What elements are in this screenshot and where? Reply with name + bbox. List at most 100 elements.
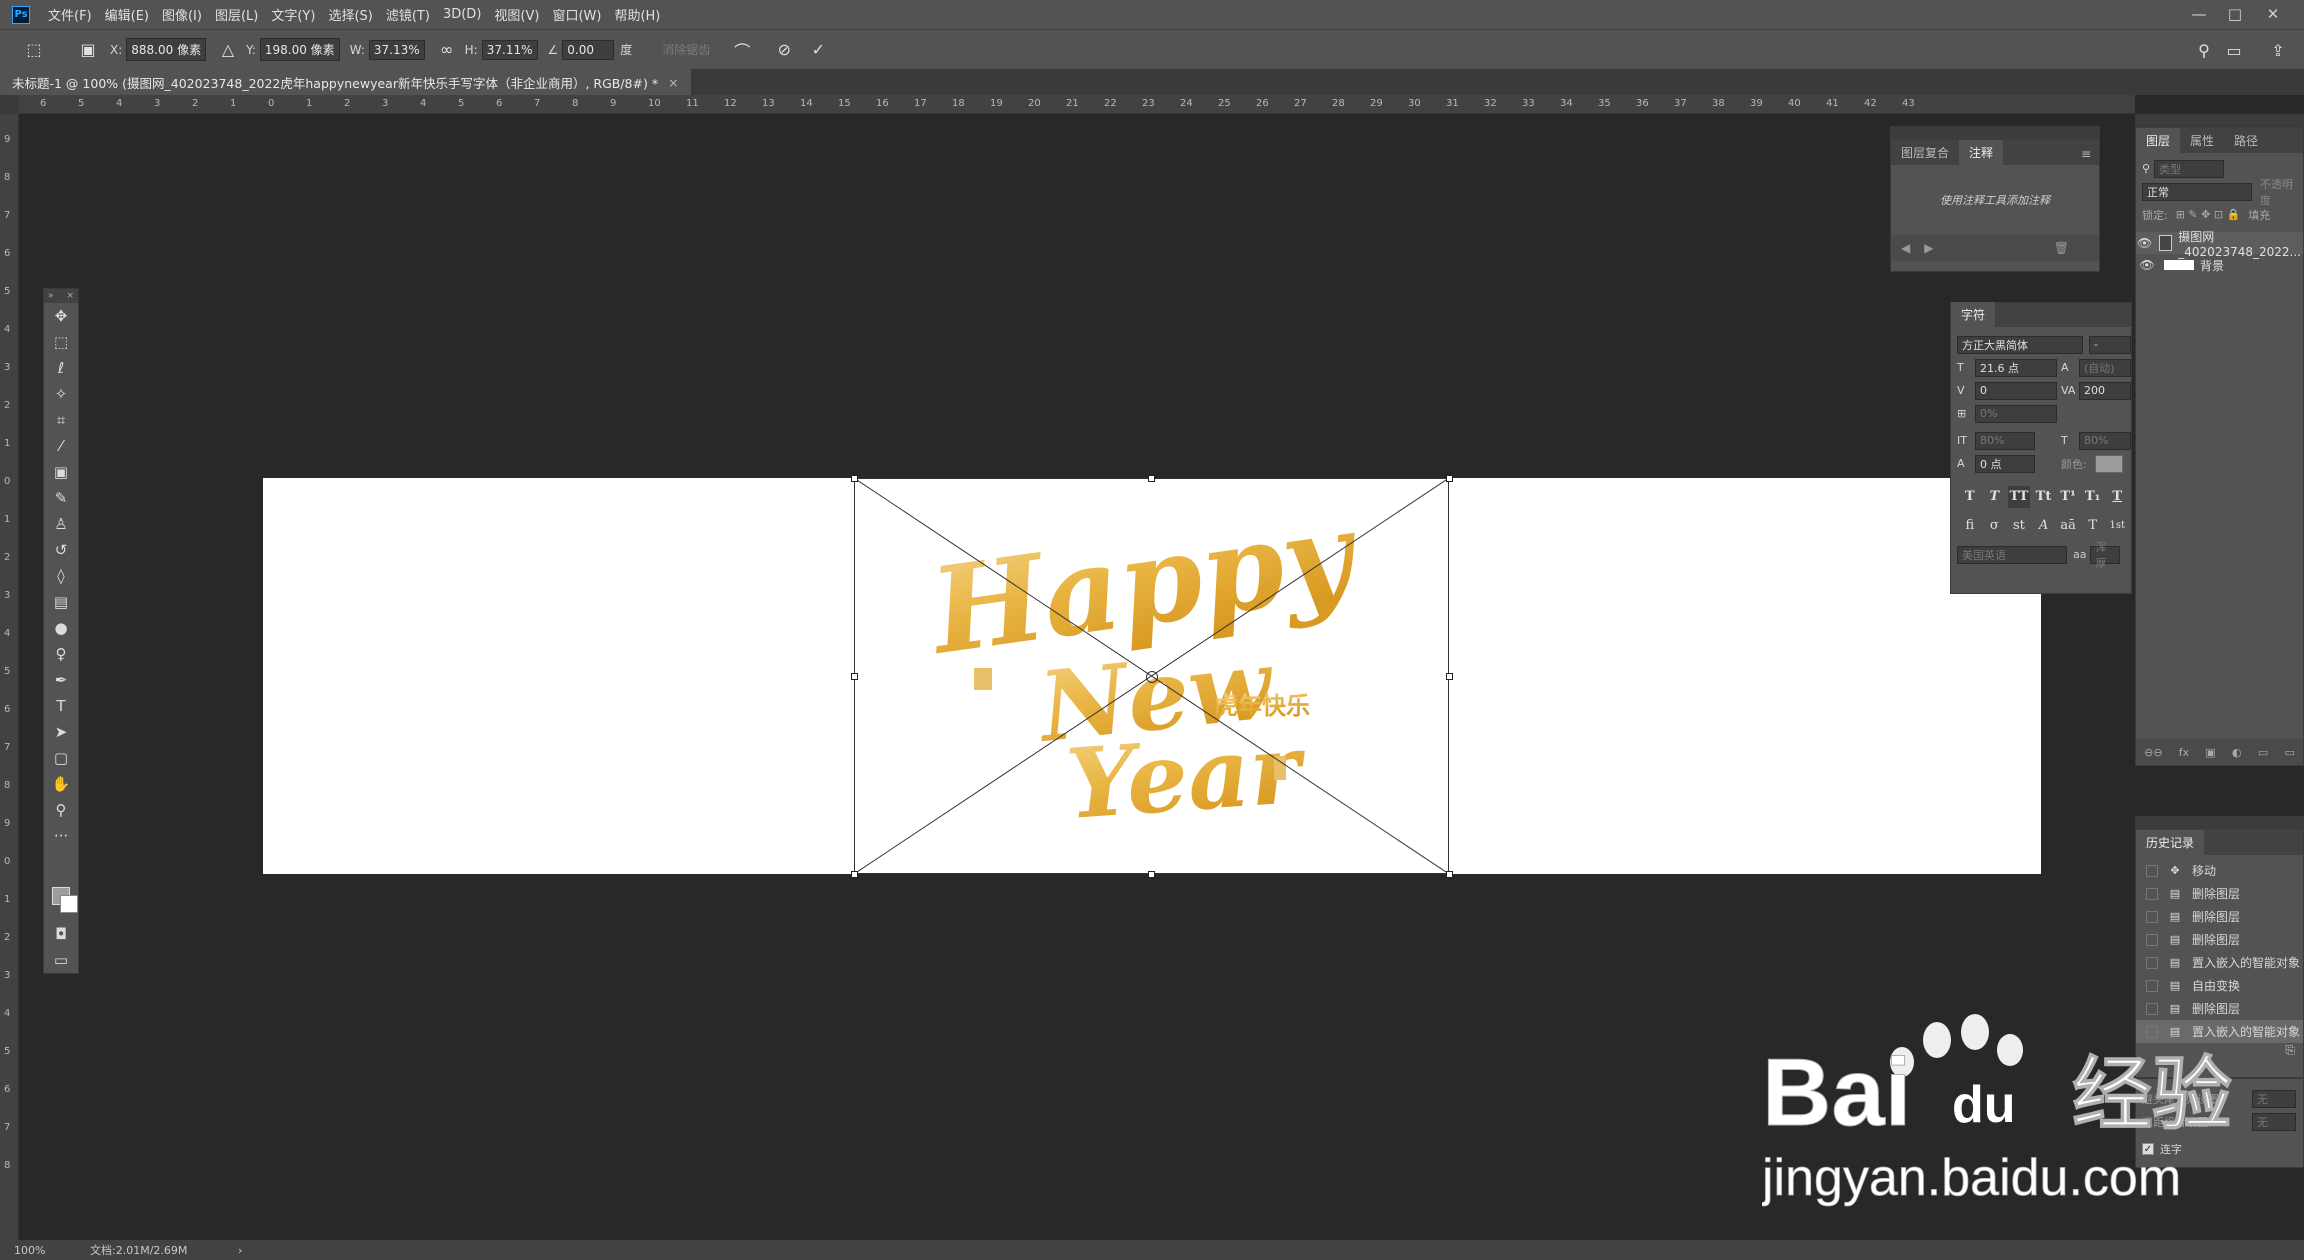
history-checkbox[interactable] <box>2146 979 2158 992</box>
lock-icons[interactable]: ⊞ ✎ ✥ ⊡ 🔒 <box>2176 208 2241 221</box>
history-item[interactable]: ▤ 置入嵌入的智能对象 <box>2136 951 2303 974</box>
close-window-button[interactable]: ✕ <box>2256 4 2290 24</box>
discretionary-ligature-button[interactable]: st <box>2008 515 2030 537</box>
superscript-button[interactable]: T¹ <box>2057 486 2079 508</box>
eraser-tool-icon[interactable]: ◊ <box>44 563 78 589</box>
history-checkbox[interactable] <box>2146 910 2158 923</box>
ligature-button[interactable]: fi <box>1959 515 1981 537</box>
next-note-icon[interactable]: ▶ <box>1924 241 1933 255</box>
reference-point-icon[interactable]: ▣ <box>76 38 100 62</box>
cancel-transform-icon[interactable]: ⊘ <box>772 38 796 62</box>
magic-wand-icon[interactable]: ✧ <box>44 381 78 407</box>
menu-type[interactable]: 文字(Y) <box>271 5 315 24</box>
search-icon[interactable]: ⚲ <box>2192 38 2216 62</box>
tab-notes[interactable]: 注释 <box>1959 140 2004 165</box>
new-layer-icon[interactable]: ▭ <box>2284 746 2294 759</box>
tab-history[interactable]: 历史记录 <box>2136 830 2205 855</box>
antialias-select[interactable]: 浑厚 <box>2090 541 2121 570</box>
history-item[interactable]: ▤ 删除图层 <box>2136 882 2303 905</box>
h-input[interactable]: 37.11% <box>481 39 538 60</box>
eyedropper-icon[interactable]: ⁄ <box>44 433 78 459</box>
transform-handle-b[interactable] <box>1148 871 1155 878</box>
font-size-input[interactable]: 21.6 点 <box>1975 358 2057 377</box>
document-tab[interactable]: 未标题-1 @ 100% (摄图网_402023748_2022虎年happyn… <box>0 69 691 95</box>
text-color-swatch[interactable] <box>2094 454 2123 473</box>
layer-name[interactable]: 摄图网_402023748_2022... <box>2178 228 2303 259</box>
angle-field[interactable]: ∠ 0.00 度 <box>548 39 637 60</box>
move-tool-icon[interactable]: ✥ <box>44 303 78 329</box>
transform-handle-bl[interactable] <box>851 871 858 878</box>
layer-filter-select[interactable]: 类型 <box>2154 159 2225 178</box>
swash-button[interactable]: A <box>2033 515 2055 537</box>
menu-edit[interactable]: 编辑(E) <box>105 5 149 24</box>
pen-tool-icon[interactable]: ✒ <box>44 667 78 693</box>
stylistic-alternates-button[interactable]: aā <box>2057 515 2079 537</box>
menu-view[interactable]: 视图(V) <box>494 5 539 24</box>
stamp-tool-icon[interactable]: ♙ <box>44 511 78 537</box>
add-mask-icon[interactable]: ▣ <box>2205 746 2215 759</box>
font-style-select[interactable]: - <box>2089 335 2131 354</box>
history-brush-icon[interactable]: ↺ <box>44 537 78 563</box>
eye-icon[interactable]: 👁 <box>2136 236 2153 250</box>
transform-center-point[interactable] <box>1146 671 1158 683</box>
gradient-tool-icon[interactable]: ▤ <box>44 589 78 615</box>
transform-handle-br[interactable] <box>1446 871 1453 878</box>
share-icon[interactable]: ⇪ <box>2266 38 2290 62</box>
fx-icon[interactable]: fx <box>2179 746 2189 759</box>
adjustment-icon[interactable]: ◐ <box>2232 746 2242 759</box>
marquee-tool-icon[interactable]: ⬚ <box>44 329 78 355</box>
tab-properties[interactable]: 属性 <box>2180 128 2224 153</box>
close-tab-icon[interactable]: × <box>668 75 678 90</box>
tab-paths[interactable]: 路径 <box>2224 128 2268 153</box>
delete-note-icon[interactable]: 🗑 <box>2054 241 2069 255</box>
history-checkbox[interactable] <box>2146 933 2158 946</box>
history-checkbox[interactable] <box>2146 864 2158 877</box>
menu-filter[interactable]: 滤镜(T) <box>386 5 430 24</box>
angle-input[interactable]: 0.00 <box>562 39 615 60</box>
baseline-input[interactable]: 0 点 <box>1975 454 2035 473</box>
transform-handle-tl[interactable] <box>851 475 858 482</box>
workspace-icon[interactable]: ▭ <box>2222 38 2246 62</box>
underline-button[interactable]: T <box>2106 486 2128 508</box>
blur-tool-icon[interactable]: ● <box>44 615 78 641</box>
type-tool-icon[interactable]: T <box>44 693 78 719</box>
menu-image[interactable]: 图像(I) <box>162 5 202 24</box>
small-caps-button[interactable]: Tt <box>2033 486 2055 508</box>
w-input[interactable]: 37.13% <box>368 39 425 60</box>
layer-name[interactable]: 背景 <box>2200 257 2224 274</box>
status-menu-arrow[interactable]: › <box>238 1244 242 1257</box>
delta-icon[interactable]: △ <box>216 38 240 62</box>
transform-handle-t[interactable] <box>1148 475 1155 482</box>
history-checkbox[interactable] <box>2146 887 2158 900</box>
tracking-input[interactable]: 200 <box>2079 381 2131 400</box>
x-field[interactable]: X: 888.00 像素 <box>110 38 207 61</box>
all-caps-button[interactable]: TT <box>2008 485 2030 508</box>
horizontal-ruler[interactable]: 6 5 4 3 2 1 0 1 2 3 4 5 6 7 8 9 10 11 12 13 14 15 16 17 18 19 20 21… <box>0 95 2135 114</box>
titling-button[interactable]: T <box>2082 515 2104 537</box>
menu-select[interactable]: 选择(S) <box>328 5 372 24</box>
zoom-tool-icon[interactable]: ⚲ <box>44 797 78 823</box>
healing-brush-icon[interactable]: ▣ <box>44 459 78 485</box>
transform-handle-tr[interactable] <box>1446 475 1453 482</box>
warp-icon[interactable]: ⌒ <box>730 38 754 62</box>
history-item[interactable]: ✥ 移动 <box>2136 859 2303 882</box>
shape-tool-icon[interactable]: ▢ <box>44 745 78 771</box>
menu-layer[interactable]: 图层(L) <box>215 5 258 24</box>
history-item[interactable]: ▤ 删除图层 <box>2136 928 2303 951</box>
eye-icon[interactable]: 👁 <box>2136 258 2158 272</box>
menu-help[interactable]: 帮助(H) <box>614 5 660 24</box>
toolbar-header[interactable]: » × <box>44 289 78 303</box>
vertical-ruler[interactable]: 9 8 7 6 5 4 3 2 1 0 1 2 3 4 5 6 7 8 9 0 1 2 3 4 5 6 7 8 <box>0 114 19 1240</box>
menu-file[interactable]: 文件(F) <box>48 5 92 24</box>
kerning-input[interactable]: 0 <box>1975 381 2057 400</box>
menu-3d[interactable]: 3D(D) <box>443 7 481 22</box>
path-select-icon[interactable]: ➤ <box>44 719 78 745</box>
layer-row[interactable]: 👁 摄图网_402023748_2022... <box>2136 230 2303 259</box>
transform-handle-l[interactable] <box>851 673 858 680</box>
y-input[interactable]: 198.00 像素 <box>259 38 340 61</box>
new-group-icon[interactable]: ▭ <box>2258 746 2268 759</box>
h-field[interactable]: H: 37.11% <box>465 39 538 60</box>
vertical-scale-input[interactable]: 80% <box>1975 431 2035 450</box>
zoom-level[interactable]: 100% <box>14 1244 84 1257</box>
tab-layer-comps[interactable]: 图层复合 <box>1891 140 1959 165</box>
